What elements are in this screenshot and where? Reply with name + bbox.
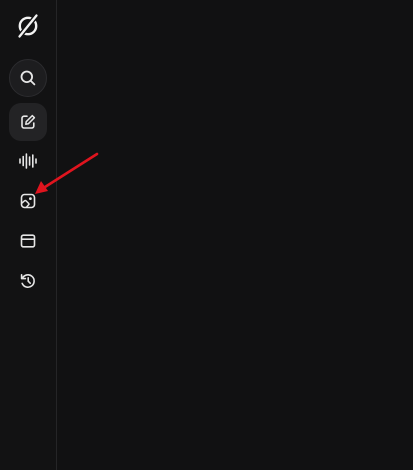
search-icon (19, 69, 37, 87)
history-icon (19, 272, 37, 290)
voice-button[interactable] (9, 142, 47, 180)
search-button[interactable] (9, 59, 47, 97)
waveform-icon (18, 152, 38, 170)
logo-icon[interactable] (14, 12, 42, 40)
imagine-button[interactable] (9, 182, 47, 220)
projects-button[interactable] (9, 222, 47, 260)
main-content (57, 0, 413, 470)
new-chat-button[interactable] (9, 103, 47, 141)
history-button[interactable] (9, 262, 47, 300)
sidebar (0, 0, 57, 470)
app-window (0, 0, 413, 470)
folder-icon (19, 232, 37, 250)
image-icon (19, 192, 37, 210)
edit-icon (19, 113, 37, 131)
